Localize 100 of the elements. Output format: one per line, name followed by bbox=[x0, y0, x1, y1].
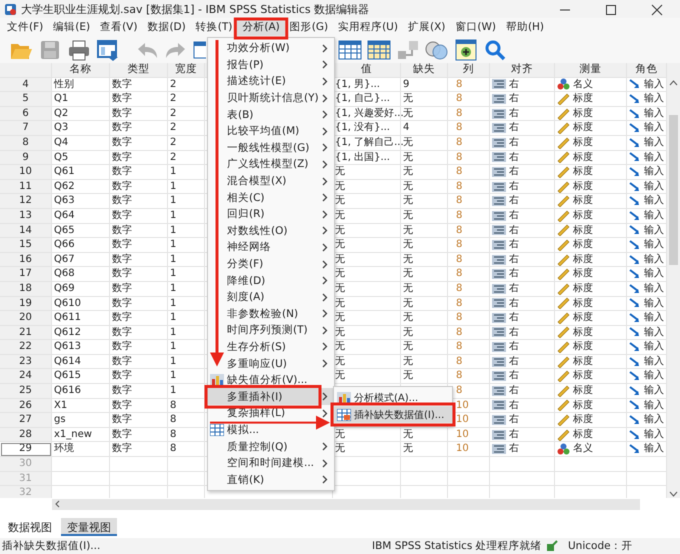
row-header[interactable]: 12 bbox=[0, 194, 52, 209]
column-header[interactable]: 测量 bbox=[555, 63, 627, 78]
menu-item[interactable]: 缺失值分析(V)... bbox=[208, 372, 334, 388]
menu-item[interactable]: 对数线性(O) bbox=[208, 222, 334, 240]
menu-item[interactable]: 多重插补(I) bbox=[208, 388, 334, 406]
row-header[interactable]: 18 bbox=[0, 282, 52, 296]
menu-item[interactable]: 图形(G) bbox=[284, 19, 334, 36]
table-cell: 无 bbox=[401, 326, 448, 340]
row-header[interactable]: 22 bbox=[0, 340, 52, 355]
table-cell: 8 bbox=[448, 369, 490, 384]
table-cell: 右 bbox=[509, 311, 519, 325]
menu-item[interactable]: 实用程序(U) bbox=[333, 19, 403, 36]
status-message: 插补缺失数据值(I)... bbox=[1, 539, 102, 553]
menu-item[interactable]: 窗口(W) bbox=[450, 19, 501, 36]
row-header[interactable]: 4 bbox=[0, 78, 52, 92]
row-header[interactable]: 11 bbox=[0, 180, 52, 194]
tab[interactable]: 变量视图 bbox=[61, 518, 117, 536]
column-header[interactable]: 名称 bbox=[52, 63, 110, 78]
table-cell: 8 bbox=[448, 150, 490, 166]
menu-item[interactable]: 报告(P) bbox=[208, 56, 334, 74]
menu-item[interactable]: 一般线性模型(G) bbox=[208, 140, 334, 156]
menu-item[interactable]: 神经网络 bbox=[208, 239, 334, 256]
menu-item[interactable]: 相关(C) bbox=[208, 189, 334, 206]
row-header[interactable]: 7 bbox=[0, 121, 52, 136]
row-header[interactable]: 23 bbox=[0, 354, 52, 370]
row-header[interactable]: 6 bbox=[0, 106, 52, 122]
column-header[interactable]: 宽度 bbox=[168, 63, 205, 78]
row-header[interactable]: 19 bbox=[0, 296, 52, 312]
table-cell: 右 bbox=[509, 238, 519, 252]
menu-item[interactable]: 插补缺失数据值(I)... bbox=[334, 406, 452, 423]
menu-item[interactable]: 文件(F) bbox=[2, 19, 48, 36]
row-header[interactable]: 25 bbox=[0, 384, 52, 399]
table-cell: Q4 bbox=[52, 136, 110, 151]
table-cell: 输入 bbox=[644, 78, 664, 92]
row-header[interactable]: 16 bbox=[0, 252, 52, 268]
menu-item[interactable]: 转换(T) bbox=[190, 19, 238, 36]
menu-item[interactable]: 贝叶斯统计信息(Y) bbox=[208, 90, 334, 106]
row-header[interactable]: 28 bbox=[0, 428, 52, 442]
menu-item[interactable]: 质量控制(Q) bbox=[208, 438, 334, 455]
grid-icon[interactable] bbox=[337, 38, 363, 62]
menu-item[interactable]: 降维(D) bbox=[208, 272, 334, 289]
printer-icon[interactable] bbox=[66, 38, 92, 62]
table-cell: 8 bbox=[448, 311, 490, 326]
row-header[interactable]: 13 bbox=[0, 208, 52, 224]
menu-item[interactable]: 回归(R) bbox=[208, 206, 334, 223]
column-header[interactable]: 列 bbox=[448, 63, 490, 78]
menu-item[interactable]: 描述统计(E) bbox=[208, 73, 334, 90]
row-header[interactable]: 20 bbox=[0, 311, 52, 326]
menu-item[interactable]: 模拟... bbox=[208, 422, 334, 438]
menu-item[interactable]: 时间序列预测(T) bbox=[208, 322, 334, 339]
scroll-left-icon[interactable] bbox=[54, 500, 61, 508]
horizontal-scrollbar[interactable] bbox=[52, 498, 640, 510]
column-header[interactable]: 值 bbox=[333, 63, 401, 78]
menu-item[interactable]: 功效分析(W) bbox=[208, 40, 334, 57]
input-arrow-icon bbox=[629, 108, 641, 119]
menu-item[interactable]: 生存分析(S) bbox=[208, 338, 334, 356]
menu-item[interactable]: 扩展(X) bbox=[402, 19, 450, 36]
menu-item[interactable]: 编辑(E) bbox=[48, 19, 96, 36]
row-header[interactable]: 5 bbox=[0, 92, 52, 107]
row-header[interactable]: 24 bbox=[0, 369, 52, 384]
menu-item[interactable]: 比较平均值(M) bbox=[208, 122, 334, 140]
menu-item[interactable]: 直销(K) bbox=[208, 471, 334, 488]
menu-item[interactable]: 帮助(H) bbox=[500, 19, 550, 36]
row-header[interactable]: 10 bbox=[0, 165, 52, 180]
row-header[interactable]: 21 bbox=[0, 326, 52, 340]
row-header[interactable]: 27 bbox=[0, 413, 52, 428]
column-header[interactable]: 对齐 bbox=[490, 63, 555, 78]
scroll-down-icon[interactable] bbox=[669, 490, 678, 498]
menu-item[interactable]: 数据(D) bbox=[142, 19, 191, 36]
column-header[interactable]: 缺失 bbox=[401, 63, 448, 78]
row-header[interactable]: 17 bbox=[0, 267, 52, 282]
scrollbar-thumb[interactable] bbox=[669, 115, 678, 265]
menu-item[interactable]: 刻度(A) bbox=[208, 288, 334, 306]
row-header[interactable]: 8 bbox=[0, 136, 52, 151]
grid-icon[interactable] bbox=[366, 38, 392, 62]
table-cell: 1 bbox=[168, 340, 205, 355]
scroll-up-icon[interactable] bbox=[669, 79, 678, 87]
column-header[interactable]: 类型 bbox=[110, 63, 168, 78]
menu-item[interactable]: 查看(V) bbox=[95, 19, 142, 36]
row-header[interactable]: 15 bbox=[0, 238, 52, 253]
table-cell: Q63 bbox=[52, 194, 110, 209]
column-header[interactable]: 角色 bbox=[627, 63, 667, 78]
menu-item[interactable]: 空间和时间建模... bbox=[208, 454, 334, 472]
table-cell: 8 bbox=[448, 194, 490, 209]
row-header[interactable]: 14 bbox=[0, 224, 52, 238]
row-header[interactable]: 26 bbox=[0, 398, 52, 414]
table-cell: 右 bbox=[509, 165, 519, 179]
table-cell: Q66 bbox=[52, 238, 110, 253]
menu-item[interactable]: 分类(F) bbox=[208, 256, 334, 272]
table-cell: 数字 bbox=[110, 340, 168, 355]
select-cases-icon[interactable] bbox=[453, 38, 479, 62]
table-cell: 数字 bbox=[110, 252, 168, 268]
menu-item[interactable]: 表(B) bbox=[208, 106, 334, 123]
table-cell: 无 bbox=[401, 296, 448, 312]
row-header[interactable]: 9 bbox=[0, 150, 52, 166]
menu-item[interactable]: 混合模型(X) bbox=[208, 172, 334, 190]
menu-item[interactable]: 非参数检验(N) bbox=[208, 306, 334, 322]
menu-item[interactable]: 多重响应(U) bbox=[208, 355, 334, 372]
align-right-icon bbox=[492, 327, 506, 338]
menu-item[interactable]: 广义线性模型(Z) bbox=[208, 156, 334, 173]
